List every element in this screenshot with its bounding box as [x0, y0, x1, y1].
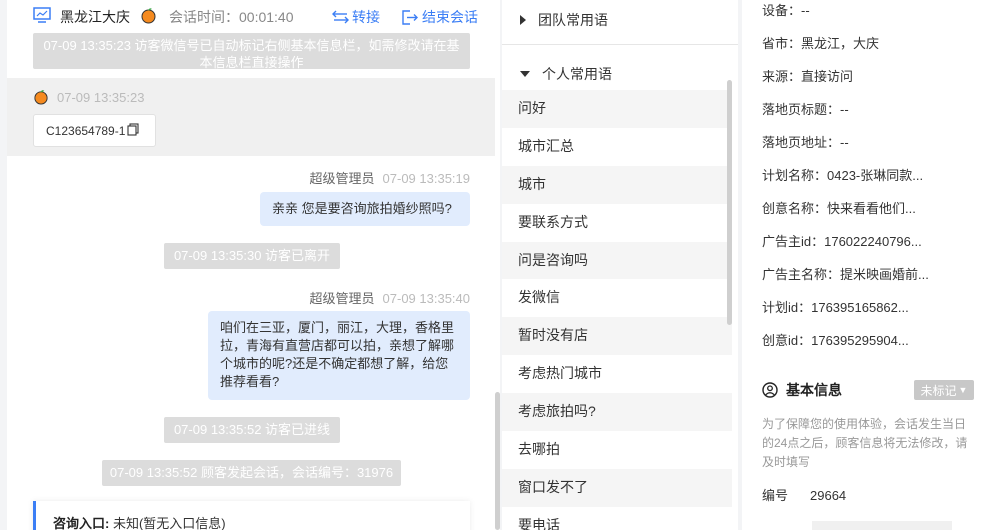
phrase-list: 问好 城市汇总 城市 要联系方式 问是咨询吗 发微信 暂时没有店 考虑热门城市 …: [502, 90, 732, 530]
phrase-item[interactable]: 问好: [502, 90, 732, 128]
number-label: 编号: [762, 488, 789, 503]
common-phrases-panel: 团队常用语 个人常用语 问好 城市汇总 城市 要联系方式 问是咨询吗 发微信 暂…: [502, 0, 738, 530]
transfer-button[interactable]: 转接: [332, 7, 380, 27]
message-time: 07-09 13:35:40: [382, 291, 470, 306]
group-label: 个人常用语: [542, 66, 612, 82]
chat-header: 黑龙江大庆 会话时间：00:01:40 转接 结束会话: [7, 0, 500, 32]
caret-right-icon: [520, 15, 526, 25]
entry-label: 咨询入口:: [53, 516, 110, 530]
number-value: 29664: [810, 488, 847, 503]
system-message: 07-09 13:35:30 访客已离开: [164, 243, 340, 269]
visitor-name: 黑龙江大庆: [60, 9, 130, 25]
chat-panel: 黑龙江大庆 会话时间：00:01:40 转接 结束会话 07-09 13:35:…: [7, 0, 500, 530]
info-landing-url: 落地页地址：--: [762, 135, 849, 150]
chat-scrollbar[interactable]: [495, 392, 500, 530]
visitor-id-chip: C123654789-1: [33, 114, 156, 147]
phrase-item[interactable]: 城市: [502, 165, 732, 204]
info-advertiser-name: 广告主名称：提米映画婚前...: [762, 267, 929, 282]
info-landing-title: 落地页标题：--: [762, 102, 849, 117]
entry-value: 未知(暂无入口信息): [112, 516, 226, 530]
phrase-item[interactable]: 发微信: [502, 279, 732, 317]
info-device: 设备：--: [762, 3, 810, 18]
info-creative-id: 创意id：176395295904...: [762, 333, 909, 348]
session-time: 会话时间：00:01:40: [169, 9, 294, 25]
input-field[interactable]: [812, 521, 952, 530]
user-circle-icon: [762, 382, 778, 398]
visitor-id: C123654789-1: [46, 123, 126, 138]
transfer-icon: [332, 10, 349, 24]
monitor-icon: [33, 7, 51, 26]
system-message: 07-09 13:35:52 顾客发起会话，会话编号：31976: [102, 460, 401, 486]
info-region: 省市：黑龙江，大庆: [762, 36, 880, 51]
phrase-item[interactable]: 要联系方式: [502, 204, 732, 242]
transfer-label: 转接: [352, 9, 380, 25]
info-advertiser-id: 广告主id：176022240796...: [762, 234, 922, 249]
info-creative-name: 创意名称：快来看看他们...: [762, 201, 916, 216]
customer-number: 编号 29664: [762, 485, 846, 504]
sender-name: 超级管理员: [309, 171, 375, 186]
group-label: 团队常用语: [538, 12, 608, 28]
basic-info-title: 基本信息: [762, 380, 842, 400]
divider: [502, 44, 738, 45]
agent-message-header: 超级管理员 07-09 13:35:19: [310, 168, 470, 187]
phrase-item[interactable]: 去哪拍: [502, 431, 732, 469]
agent-message-bubble: 亲亲 您是要咨询旅拍婚纱照吗?: [260, 192, 470, 226]
system-message: 07-09 13:35:52 访客已进线: [164, 417, 340, 443]
visitor-message: 07-09 13:35:23 C123654789-1: [7, 78, 495, 156]
phrase-item[interactable]: 考虑热门城市: [502, 355, 732, 393]
caret-down-icon: ▼: [958, 385, 968, 395]
tag-label: 未标记: [920, 383, 957, 398]
phrase-item[interactable]: 考虑旅拍吗?: [502, 393, 732, 432]
message-time: 07-09 13:35:23: [57, 90, 145, 105]
phrase-item[interactable]: 城市汇总: [502, 128, 732, 166]
tag-dropdown[interactable]: 未标记 ▼: [914, 380, 974, 400]
group-personal-phrases[interactable]: 个人常用语: [520, 64, 612, 84]
system-notice: 07-09 13:35:23 访客微信号已自动标记右侧基本信息栏，如需修改请在基…: [33, 33, 470, 69]
message-time: 07-09 13:35:19: [382, 171, 470, 186]
exit-icon: [402, 9, 418, 25]
agent-message-header: 超级管理员 07-09 13:35:40: [310, 288, 470, 307]
visitor-info-panel: 设备：-- 省市：黑龙江，大庆 来源：直接访问 落地页标题：-- 落地页地址：-…: [742, 0, 994, 530]
phrases-scrollbar[interactable]: [727, 80, 732, 325]
sender-name: 超级管理员: [309, 291, 375, 306]
end-session-label: 结束会话: [422, 9, 478, 25]
caret-down-icon: [520, 71, 530, 77]
phrase-item[interactable]: 问是咨询吗: [502, 241, 732, 280]
info-plan-id: 计划id：176395165862...: [762, 300, 909, 315]
orange-avatar-icon: [33, 89, 49, 108]
info-plan-name: 计划名称：0423-张琳同款...: [762, 168, 924, 183]
end-session-button[interactable]: 结束会话: [402, 7, 478, 27]
copy-icon[interactable]: [127, 122, 139, 139]
orange-avatar-icon: [140, 7, 157, 27]
phrase-item[interactable]: 暂时没有店: [502, 317, 732, 356]
entry-info-card: 咨询入口: 未知(暂无入口信息): [33, 501, 470, 530]
agent-message-bubble: 咱们在三亚，厦门，丽江，大理，香格里拉，青海有直营店都可以拍，亲想了解哪个城市的…: [208, 311, 470, 400]
group-team-phrases[interactable]: 团队常用语: [520, 10, 608, 30]
info-tip: 为了保障您的使用体验，会话发生当日的24点之后，顾客信息将无法修改，请及时填写: [762, 417, 968, 469]
phrase-item[interactable]: 要电话: [502, 507, 732, 530]
phrase-item[interactable]: 窗口发不了: [502, 468, 732, 507]
section-label: 基本信息: [786, 382, 842, 398]
info-source: 来源：直接访问: [762, 69, 854, 84]
